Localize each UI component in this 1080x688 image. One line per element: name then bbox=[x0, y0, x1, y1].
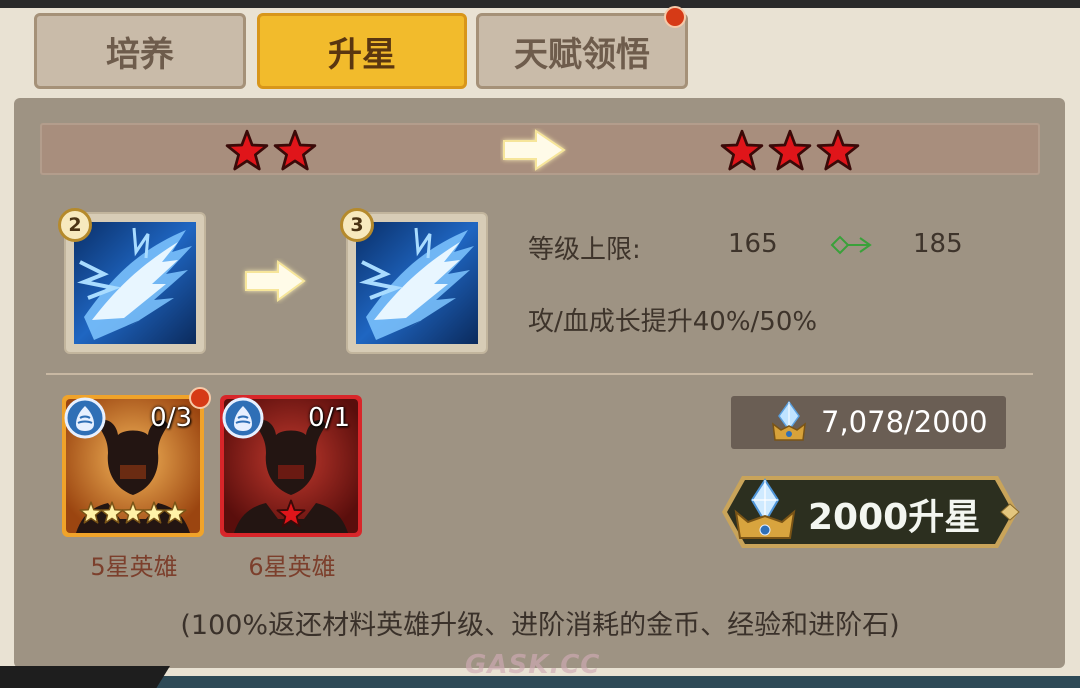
red-star-icon bbox=[273, 129, 317, 171]
gold-star-icon bbox=[163, 501, 187, 524]
green-arrow-icon bbox=[830, 235, 872, 255]
tab-cultivate-label: 培养 bbox=[106, 34, 174, 75]
skill-level-badge-current: 2 bbox=[58, 208, 92, 242]
bottom-corner bbox=[0, 666, 170, 688]
star-up-button[interactable]: 2000升星 bbox=[720, 474, 1020, 550]
star-up-panel bbox=[14, 98, 1065, 668]
blue-lightning-slash-icon bbox=[74, 222, 196, 344]
level-cap-label: 等级上限: bbox=[528, 235, 641, 265]
red-star-icon bbox=[768, 129, 812, 171]
material-label-6star: 6星英雄 bbox=[248, 553, 336, 581]
star-up-button-label: 2000升星 bbox=[808, 497, 981, 538]
red-star-icon bbox=[225, 129, 269, 171]
section-divider bbox=[46, 373, 1033, 375]
watermark: GASK.CC bbox=[465, 650, 601, 680]
hatch-badge-icon bbox=[64, 397, 106, 439]
material-count: 0/3 bbox=[150, 403, 192, 433]
material-notification-dot bbox=[189, 387, 211, 409]
tab-star-up[interactable]: 升星 bbox=[257, 13, 467, 89]
tab-star-up-label: 升星 bbox=[328, 34, 396, 75]
top-edge bbox=[0, 0, 1080, 8]
skill-level-badge-next: 3 bbox=[340, 208, 374, 242]
blue-lightning-slash-icon bbox=[356, 222, 478, 344]
refund-note: (100%返还材料英雄升级、进阶消耗的金币、经验和进阶石) bbox=[180, 610, 900, 641]
tab-talent-label: 天赋领悟 bbox=[514, 34, 650, 75]
red-star-icon bbox=[720, 129, 764, 171]
red-star-icon bbox=[816, 129, 860, 171]
tab-talent[interactable]: 天赋领悟 bbox=[476, 13, 688, 89]
level-cap-from: 165 bbox=[728, 229, 778, 259]
material-count: 0/1 bbox=[308, 403, 350, 433]
crystal-crown-icon bbox=[772, 400, 806, 441]
crystal-crown-icon bbox=[734, 478, 796, 539]
level-cap-to: 185 bbox=[913, 229, 963, 259]
tab-cultivate[interactable]: 培养 bbox=[34, 13, 246, 89]
material-label-5star: 5星英雄 bbox=[90, 553, 178, 581]
growth-text: 攻/血成长提升40%/50% bbox=[528, 307, 818, 337]
hatch-badge-icon bbox=[222, 397, 264, 439]
star-arrow-icon bbox=[503, 129, 566, 171]
cost-value: 7,078/2000 bbox=[821, 405, 988, 439]
skill-arrow-icon bbox=[245, 260, 306, 302]
tab-talent-notification-dot bbox=[664, 6, 686, 28]
cost-display: 7,078/2000 bbox=[731, 396, 1006, 449]
red-star-icon bbox=[276, 499, 306, 528]
